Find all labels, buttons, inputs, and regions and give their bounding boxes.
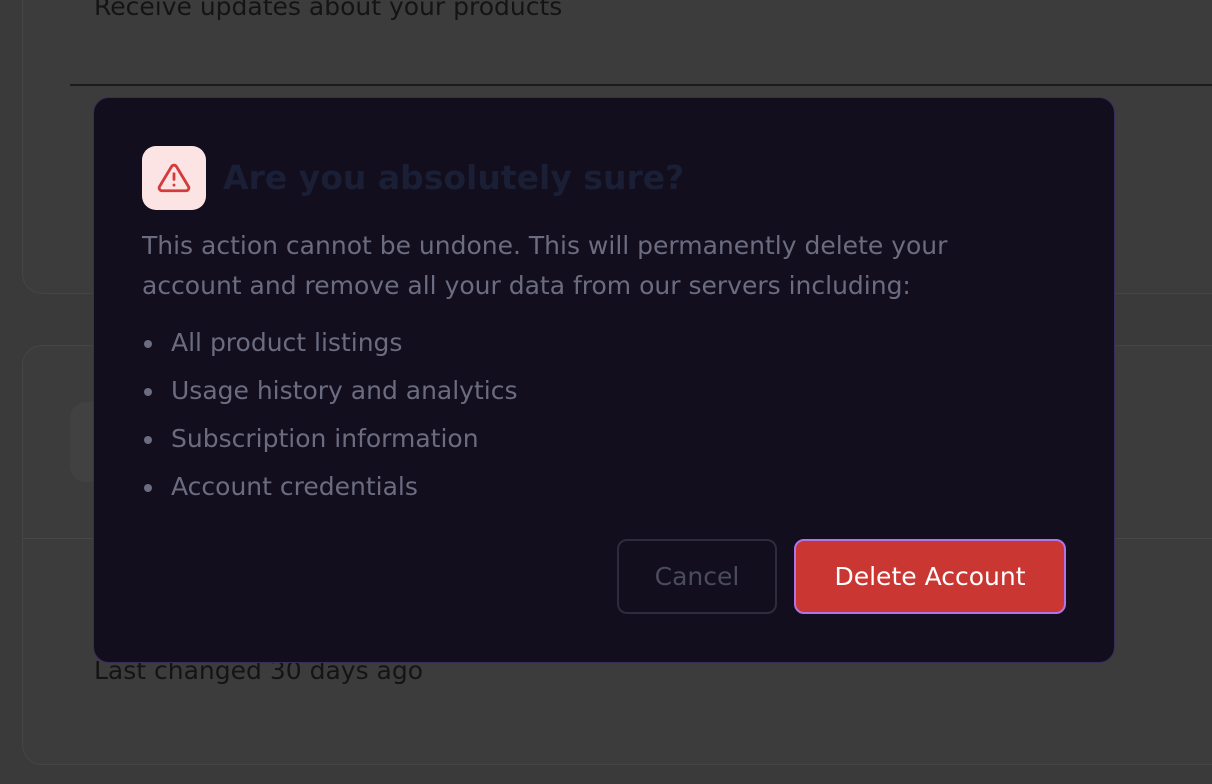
list-item: All product listings	[142, 324, 518, 372]
warning-triangle-icon	[157, 163, 191, 193]
list-item: Usage history and analytics	[142, 372, 518, 420]
dialog-title: Are you absolutely sure?	[223, 158, 685, 197]
deleted-data-list: All product listings Usage history and a…	[142, 324, 518, 516]
list-item: Subscription information	[142, 420, 518, 468]
delete-account-button[interactable]: Delete Account	[794, 539, 1066, 614]
cancel-button[interactable]: Cancel	[617, 539, 777, 614]
settings-page: Receive updates about your products Last…	[0, 0, 1212, 784]
warning-icon-container	[142, 146, 206, 210]
section-rule	[70, 84, 1212, 86]
dialog-description: This action cannot be undone. This will …	[142, 231, 948, 300]
product-updates-description: Receive updates about your products	[94, 0, 563, 21]
list-item: Account credentials	[142, 468, 518, 516]
delete-account-dialog: Are you absolutely sure? This action can…	[93, 97, 1115, 663]
